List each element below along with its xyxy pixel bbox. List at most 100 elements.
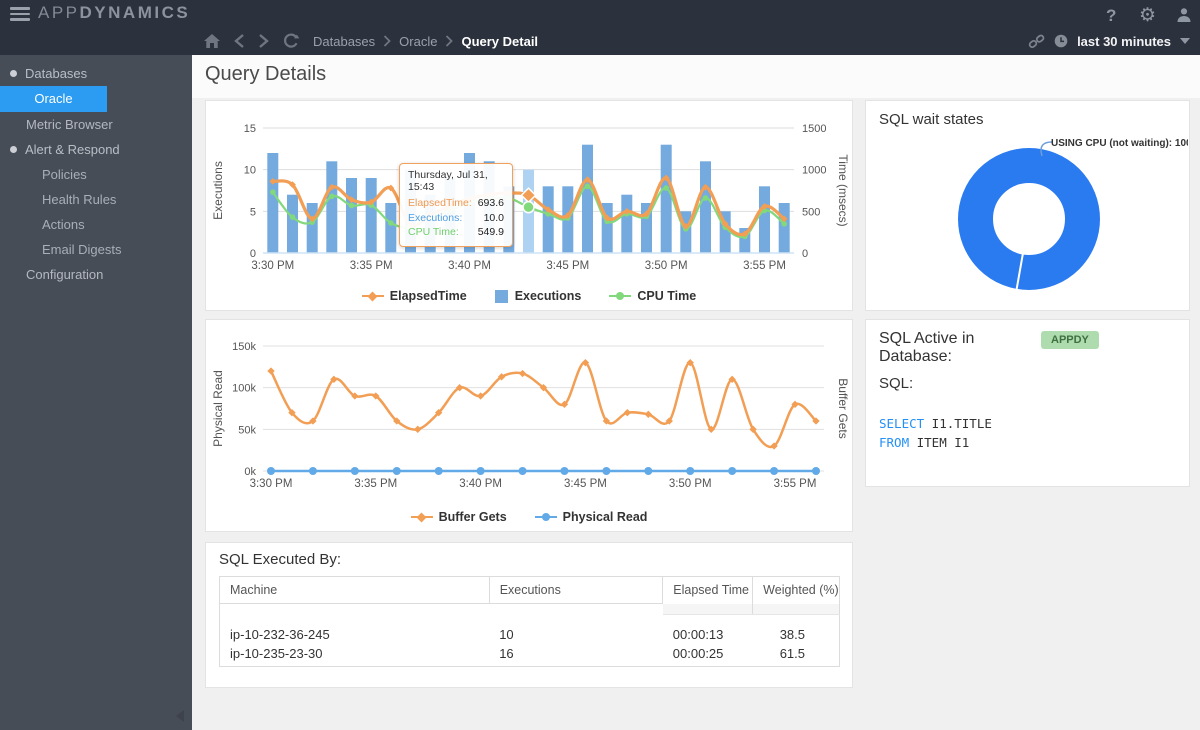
home-icon[interactable] [203, 33, 221, 49]
hamburger-menu-icon[interactable] [10, 7, 30, 21]
sidebar-item-label: Configuration [26, 267, 103, 282]
circle-marker-icon [609, 290, 631, 302]
table-cell: ip-10-235-23-30 [220, 642, 490, 666]
user-icon[interactable] [1176, 7, 1192, 28]
sidebar-item-metric-browser[interactable]: Metric Browser [0, 112, 192, 137]
table-cell: ip-10-232-36-245 [220, 615, 490, 643]
svg-text:500: 500 [802, 206, 820, 218]
svg-text:3:30 PM: 3:30 PM [251, 260, 294, 272]
sidebar-item-label: Alert & Respond [25, 142, 120, 157]
svg-text:3:35 PM: 3:35 PM [354, 478, 397, 490]
top-bar: APPDYNAMICS ? ⚙ DatabasesOracleQuery Det… [0, 0, 1200, 55]
svg-text:3:45 PM: 3:45 PM [546, 260, 589, 272]
help-icon[interactable]: ? [1106, 6, 1116, 26]
reads-gets-chart-card: 0k50k100k150kPhysical ReadBuffer Gets3:3… [205, 319, 853, 532]
table-row-ip-10-232-36-245[interactable]: ip-10-232-36-2451000:00:1338.5 [220, 615, 840, 643]
refresh-icon[interactable] [282, 33, 300, 50]
legend-item-executions[interactable]: Executions [495, 289, 582, 303]
sql-label: SQL: [879, 375, 913, 392]
clock-icon [1054, 34, 1068, 48]
svg-text:Time (msecs): Time (msecs) [836, 154, 850, 226]
sidebar-item-oracle[interactable]: Oracle [0, 86, 107, 112]
donut-slice-label: USING CPU (not waiting): 100.0% [1051, 138, 1188, 149]
svg-text:3:50 PM: 3:50 PM [645, 260, 688, 272]
chart-tooltip: Thursday, Jul 31, 15:43 ElapsedTime:693.… [399, 163, 513, 247]
header-band-cell [753, 604, 840, 615]
svg-text:0k: 0k [244, 466, 256, 478]
tooltip-row: CPU Time:549.9 [408, 225, 504, 240]
sidebar-item-health-rules[interactable]: Health Rules [0, 187, 192, 212]
legend-item-cpu-time[interactable]: CPU Time [609, 289, 696, 303]
breadcrumb: DatabasesOracleQuery Detail [203, 27, 538, 55]
sidebar-item-label: Databases [25, 66, 87, 81]
forward-icon[interactable] [258, 33, 269, 49]
legend-label: ElapsedTime [390, 289, 467, 303]
table-row-ip-10-235-23-30[interactable]: ip-10-235-23-301600:00:2561.5 [220, 642, 840, 666]
sql-wait-states-title: SQL wait states [879, 111, 984, 128]
sidebar-item-actions[interactable]: Actions [0, 212, 192, 237]
chevron-down-icon [1180, 38, 1190, 44]
breadcrumb-item-oracle[interactable]: Oracle [399, 34, 437, 49]
svg-text:0: 0 [250, 248, 256, 260]
tooltip-row: Executions:10.0 [408, 211, 504, 226]
breadcrumb-separator-icon [445, 35, 453, 47]
wait-states-donut-chart[interactable] [866, 101, 1189, 310]
sidebar-item-configuration[interactable]: Configuration [0, 262, 192, 287]
svg-text:3:45 PM: 3:45 PM [564, 478, 607, 490]
time-range-picker[interactable]: last 30 minutes [1028, 27, 1190, 55]
breadcrumb-item-databases[interactable]: Databases [313, 34, 375, 49]
legend-label: Executions [515, 289, 582, 303]
column-header-weighted-[interactable]: Weighted (%) [753, 577, 840, 604]
svg-text:0: 0 [802, 248, 808, 260]
svg-text:3:40 PM: 3:40 PM [448, 260, 491, 272]
column-header-machine[interactable]: Machine [220, 577, 490, 604]
sidebar: Databases OracleMetric Browser Alert & Res… [0, 55, 192, 730]
tooltip-row: ElapsedTime:693.6 [408, 196, 504, 211]
svg-text:1500: 1500 [802, 123, 826, 135]
column-header-executions[interactable]: Executions [489, 577, 663, 604]
svg-text:50k: 50k [238, 424, 256, 436]
page-title: Query Details [205, 63, 326, 86]
legend-item-elapsedtime[interactable]: ElapsedTime [362, 289, 467, 303]
executions-time-chart[interactable]: 051015050010001500ExecutionsTime (msecs)… [206, 101, 852, 276]
svg-text:3:30 PM: 3:30 PM [250, 478, 293, 490]
sql-executed-by-card: SQL Executed By: MachineExecutionsElapse… [205, 542, 853, 688]
gear-icon[interactable]: ⚙ [1139, 4, 1156, 27]
table-cell: 10 [489, 615, 663, 643]
svg-text:3:40 PM: 3:40 PM [459, 478, 502, 490]
breadcrumb-items: DatabasesOracleQuery Detail [313, 34, 538, 49]
table-cell: 00:00:13 [663, 615, 753, 643]
table-cell: 38.5 [753, 615, 840, 643]
sql-wait-states-card: SQL wait states USING CPU (not waiting):… [865, 100, 1190, 311]
circle-marker-icon [535, 511, 557, 523]
sidebar-item-alert-respond[interactable]: Alert & Respond [0, 137, 192, 162]
column-header-elapsed-time[interactable]: Elapsed Time [663, 577, 753, 604]
sidebar-item-email-digests[interactable]: Email Digests [0, 237, 192, 262]
link-icon[interactable] [1028, 33, 1045, 50]
sql-code-line: FROM ITEM I1 [879, 435, 992, 450]
back-icon[interactable] [234, 33, 245, 49]
svg-text:Physical Read: Physical Read [211, 370, 225, 447]
svg-text:Executions: Executions [211, 161, 225, 220]
svg-text:3:50 PM: 3:50 PM [669, 478, 712, 490]
sidebar-item-policies[interactable]: Policies [0, 162, 192, 187]
bullet-icon [10, 70, 17, 77]
header-band-cell [489, 604, 663, 615]
sidebar-collapse-arrow[interactable] [176, 710, 184, 722]
sidebar-item-databases[interactable]: Databases [0, 61, 192, 86]
legend-item-physical-read[interactable]: Physical Read [535, 510, 648, 524]
main-content: Query Details 051015050010001500Executio… [192, 55, 1200, 730]
legend-label: Buffer Gets [439, 510, 507, 524]
svg-text:5: 5 [250, 206, 256, 218]
svg-text:100k: 100k [232, 383, 256, 395]
square-marker-icon [495, 290, 509, 302]
svg-text:15: 15 [244, 123, 256, 135]
table-cell: 00:00:25 [663, 642, 753, 666]
legend-item-buffer-gets[interactable]: Buffer Gets [411, 510, 507, 524]
appdynamics-logo: APPDYNAMICS [38, 3, 190, 23]
svg-text:3:35 PM: 3:35 PM [350, 260, 393, 272]
header-band-cell [663, 604, 753, 615]
tooltip-title: Thursday, Jul 31, 15:43 [408, 169, 504, 193]
svg-text:Buffer Gets: Buffer Gets [836, 378, 850, 438]
physical-read-buffer-gets-chart[interactable]: 0k50k100k150kPhysical ReadBuffer Gets3:3… [206, 320, 852, 498]
